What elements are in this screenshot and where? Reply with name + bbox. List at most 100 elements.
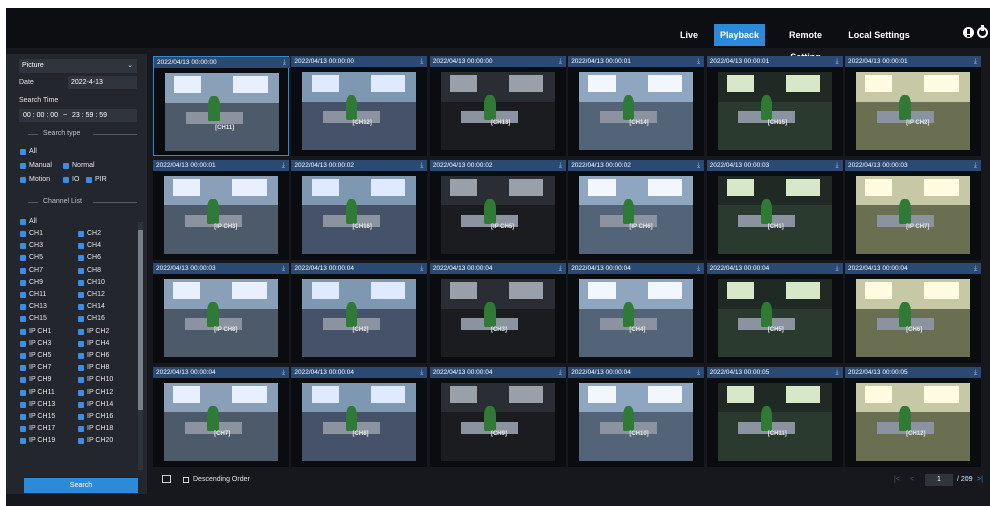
download-icon[interactable]: ⤓	[697, 367, 700, 378]
checkbox-motion[interactable]	[20, 177, 26, 183]
next-page-icon[interactable]: >	[965, 476, 969, 483]
download-icon[interactable]: ⤓	[974, 56, 977, 67]
channel-checkbox[interactable]	[78, 353, 84, 359]
playback-tile[interactable]: 2022/04/13 00:00:02 ⤓ [IP CH5]	[429, 159, 566, 260]
channel-checkbox[interactable]	[20, 316, 26, 323]
playback-tile[interactable]: 2022/04/13 00:00:03 ⤓ [IP CH7]	[845, 159, 981, 260]
playback-tile[interactable]: 2022/04/13 00:00:01 ⤓ [IP CH2]	[845, 56, 981, 156]
download-icon[interactable]: ⤓	[835, 160, 838, 171]
prev-page-icon[interactable]: <	[910, 476, 914, 483]
channel-checkbox[interactable]	[78, 401, 84, 408]
channel-checkbox[interactable]	[78, 365, 84, 372]
playback-tile[interactable]: 2022/04/13 00:00:02 ⤓ [CH16]	[291, 159, 428, 260]
playback-tile[interactable]: 2022/04/13 00:00:04 ⤓ [CH9]	[429, 366, 566, 467]
channel-checkbox[interactable]	[20, 365, 26, 372]
download-icon[interactable]: ⤓	[282, 160, 285, 171]
channel-checkbox[interactable]	[78, 438, 84, 445]
playback-tile[interactable]: 2022/04/13 00:00:00 ⤓ [CH12]	[291, 56, 428, 156]
channel-checkbox[interactable]	[78, 279, 84, 286]
download-icon[interactable]: ⤓	[697, 56, 700, 67]
checkbox-all-types[interactable]	[20, 149, 26, 155]
playback-tile[interactable]: 2022/04/13 00:00:04 ⤓ [CH7]	[153, 366, 289, 467]
channel-checkbox[interactable]	[20, 414, 26, 420]
download-icon[interactable]: ⤓	[420, 263, 423, 274]
tab-playback[interactable]: Playback	[714, 24, 765, 46]
channel-checkbox[interactable]	[78, 340, 84, 347]
download-icon[interactable]: ⤓	[559, 56, 562, 67]
playback-tile[interactable]: 2022/04/13 00:00:00 ⤓ [CH11]	[153, 56, 290, 156]
checkbox-pir[interactable]	[86, 177, 92, 183]
first-page-icon[interactable]: |<	[894, 476, 900, 483]
playback-tile[interactable]: 2022/04/13 00:00:01 ⤓ [IP CH3]	[153, 159, 289, 260]
playback-tile[interactable]: 2022/04/13 00:00:03 ⤓ [IP CH8]	[153, 263, 289, 363]
download-icon[interactable]: ⤓	[835, 56, 838, 67]
playback-tile[interactable]: 2022/04/13 00:00:00 ⤓ [CH13]	[429, 56, 566, 156]
snapshot-icon[interactable]	[162, 475, 171, 483]
playback-tile[interactable]: 2022/04/13 00:00:04 ⤓ [CH3]	[429, 263, 566, 363]
playback-tile[interactable]: 2022/04/13 00:00:04 ⤓ [CH6]	[845, 263, 981, 363]
tab-local-settings[interactable]: Local Settings	[848, 24, 910, 46]
channel-checkbox[interactable]	[20, 340, 26, 347]
descending-order-checkbox[interactable]	[183, 477, 189, 483]
download-icon[interactable]: ⤓	[974, 160, 977, 171]
download-icon[interactable]: ⤓	[282, 367, 285, 378]
channel-checkbox[interactable]	[20, 219, 26, 225]
channel-checkbox[interactable]	[78, 328, 84, 335]
download-icon[interactable]: ⤓	[283, 57, 286, 68]
time-range-field[interactable]: 00 : 00 : 00 ~ 23 : 59 : 59	[19, 109, 137, 122]
channel-checkbox[interactable]	[20, 353, 26, 359]
channel-checkbox[interactable]	[78, 255, 84, 262]
channel-checkbox[interactable]	[20, 304, 26, 311]
tab-live[interactable]: Live	[674, 24, 704, 46]
channel-checkbox[interactable]	[78, 414, 84, 420]
channel-checkbox[interactable]	[20, 267, 26, 274]
download-icon[interactable]: ⤓	[420, 367, 423, 378]
channel-checkbox[interactable]	[20, 377, 26, 384]
channel-checkbox[interactable]	[20, 243, 26, 250]
channel-checkbox[interactable]	[20, 279, 26, 286]
download-icon[interactable]: ⤓	[559, 367, 562, 378]
channel-checkbox[interactable]	[78, 292, 84, 298]
channel-checkbox[interactable]	[78, 316, 84, 323]
download-icon[interactable]: ⤓	[835, 367, 838, 378]
channel-checkbox[interactable]	[20, 401, 26, 408]
playback-tile[interactable]: 2022/04/13 00:00:01 ⤓ [CH15]	[706, 56, 843, 156]
channel-checkbox[interactable]	[78, 243, 84, 250]
playback-tile[interactable]: 2022/04/13 00:00:04 ⤓ [CH4]	[568, 263, 705, 363]
tab-remote-setting[interactable]: Remote Setting	[774, 24, 837, 62]
download-icon[interactable]: ⤓	[420, 56, 423, 67]
record-type-select[interactable]: Picture ⌄	[19, 59, 137, 73]
channel-checkbox[interactable]	[20, 255, 26, 262]
channel-checkbox[interactable]	[20, 426, 26, 433]
download-icon[interactable]: ⤓	[974, 263, 977, 274]
playback-tile[interactable]: 2022/04/13 00:00:04 ⤓ [CH8]	[291, 366, 428, 467]
download-icon[interactable]: ⤓	[559, 160, 562, 171]
scrollbar-thumb[interactable]	[138, 230, 143, 410]
channel-list-scrollbar[interactable]	[138, 222, 143, 470]
power-icon[interactable]	[977, 25, 988, 38]
playback-tile[interactable]: 2022/04/13 00:00:01 ⤓ [CH14]	[568, 56, 705, 156]
download-icon[interactable]: ⤓	[835, 263, 838, 274]
download-icon[interactable]: ⤓	[282, 263, 285, 274]
playback-tile[interactable]: 2022/04/13 00:00:04 ⤓ [CH2]	[291, 263, 428, 363]
channel-checkbox[interactable]	[78, 304, 84, 311]
info-icon[interactable]	[963, 27, 974, 38]
playback-tile[interactable]: 2022/04/13 00:00:05 ⤓ [CH11]	[706, 366, 843, 467]
playback-tile[interactable]: 2022/04/13 00:00:04 ⤓ [CH5]	[706, 263, 843, 363]
checkbox-io[interactable]	[63, 177, 69, 183]
checkbox-manual[interactable]	[20, 163, 26, 169]
playback-tile[interactable]: 2022/04/13 00:00:04 ⤓ [CH10]	[568, 366, 705, 467]
playback-tile[interactable]: 2022/04/13 00:00:03 ⤓ [CH1]	[706, 159, 843, 260]
channel-checkbox[interactable]	[78, 231, 84, 237]
channel-checkbox[interactable]	[20, 231, 26, 237]
download-icon[interactable]: ⤓	[974, 367, 977, 378]
channel-checkbox[interactable]	[20, 389, 26, 396]
last-page-icon[interactable]: >|	[977, 476, 983, 483]
date-field[interactable]: 2022-4-13	[68, 76, 137, 89]
channel-checkbox[interactable]	[20, 292, 26, 298]
channel-checkbox[interactable]	[78, 267, 84, 274]
channel-checkbox[interactable]	[78, 377, 84, 384]
channel-checkbox[interactable]	[20, 438, 26, 445]
download-icon[interactable]: ⤓	[697, 263, 700, 274]
channel-checkbox[interactable]	[20, 328, 26, 335]
